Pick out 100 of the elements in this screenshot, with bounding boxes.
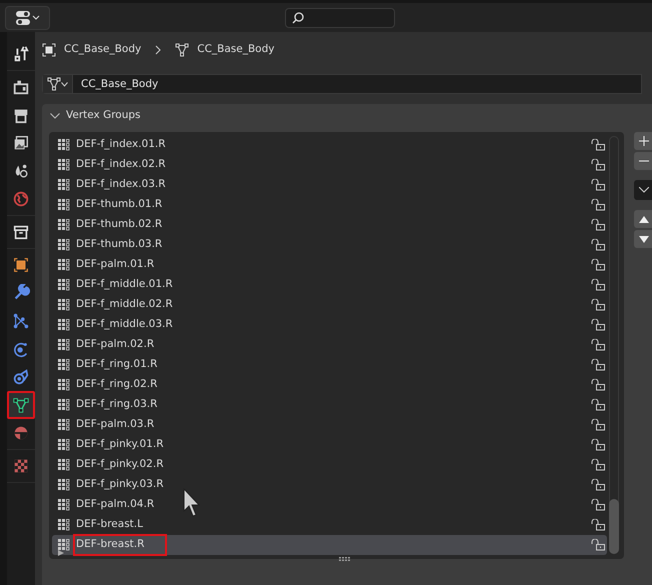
unlocked-padlock-icon[interactable]: [591, 179, 605, 191]
vertex-group-icon: [58, 379, 70, 391]
vertex-group-row[interactable]: DEF-f_index.02.R: [52, 155, 607, 175]
unlocked-padlock-icon[interactable]: [591, 499, 605, 511]
chevron-down-icon: [639, 187, 649, 193]
unlocked-padlock-icon[interactable]: [591, 459, 605, 471]
move-down-button[interactable]: [634, 230, 652, 248]
panel-title[interactable]: Vertex Groups: [66, 108, 141, 124]
vertex-group-row[interactable]: DEF-palm.04.R: [52, 495, 607, 515]
vertex-group-row[interactable]: DEF-f_index.01.R: [52, 135, 607, 155]
vertex-group-row[interactable]: DEF-thumb.01.R: [52, 195, 607, 215]
search-field[interactable]: [285, 8, 395, 28]
vertex-group-icon: [58, 539, 70, 551]
wrench-icon: [12, 284, 30, 302]
vertex-group-row[interactable]: DEF-f_pinky.03.R: [52, 475, 607, 495]
vertex-group-name: DEF-f_middle.01.R: [76, 277, 174, 292]
vertex-group-row[interactable]: DEF-thumb.02.R: [52, 215, 607, 235]
editor-type-button[interactable]: [5, 6, 50, 30]
vertex-group-name: DEF-thumb.03.R: [76, 237, 164, 252]
unlocked-padlock-icon[interactable]: [591, 299, 605, 311]
vertex-group-row[interactable]: DEF-f_middle.03.R: [52, 315, 607, 335]
unlocked-padlock-icon[interactable]: [591, 519, 605, 531]
unlocked-padlock-icon[interactable]: [591, 539, 605, 551]
vertex-group-row[interactable]: DEF-f_middle.01.R: [52, 275, 607, 295]
vertex-group-name: DEF-f_pinky.02.R: [76, 457, 164, 472]
box-icon: [12, 223, 30, 241]
vertex-group-name: DEF-f_middle.03.R: [76, 317, 174, 332]
vertex-group-row[interactable]: DEF-f_pinky.01.R: [52, 435, 607, 455]
vertex-group-row[interactable]: DEF-palm.01.R: [52, 255, 607, 275]
unlocked-padlock-icon[interactable]: [591, 139, 605, 151]
vertex-group-row[interactable]: DEF-palm.03.R: [52, 415, 607, 435]
particles-icon: [12, 312, 30, 330]
vertex-group-row[interactable]: DEF-breast.R: [52, 535, 607, 555]
chevron-icon: [155, 45, 162, 55]
unlocked-padlock-icon[interactable]: [591, 479, 605, 491]
vertex-group-row[interactable]: DEF-breast.L: [52, 515, 607, 535]
object-square-icon: [42, 43, 56, 57]
search-icon: [292, 12, 304, 24]
mouse-cursor-icon: [183, 488, 201, 518]
vertex-group-row[interactable]: DEF-palm.02.R: [52, 335, 607, 355]
vertex-group-name: DEF-f_pinky.03.R: [76, 477, 164, 492]
vertex-group-icon: [58, 259, 70, 271]
resize-grip-icon[interactable]: [339, 557, 351, 561]
vertex-group-icon: [58, 159, 70, 171]
vertex-group-icon: [58, 219, 70, 231]
expand-arrow-icon[interactable]: [58, 550, 64, 556]
vertex-group-name: DEF-f_middle.02.R: [76, 297, 174, 312]
unlocked-padlock-icon[interactable]: [591, 319, 605, 331]
properties-tab[interactable]: [7, 391, 35, 419]
unlocked-padlock-icon[interactable]: [591, 239, 605, 251]
breadcrumb-label: CC_Base_Body: [64, 42, 142, 58]
vertex-group-name: DEF-f_ring.02.R: [76, 377, 158, 392]
vertex-group-row[interactable]: DEF-thumb.03.R: [52, 235, 607, 255]
vertex-group-icon: [58, 459, 70, 471]
camera-back-icon: [12, 78, 30, 96]
vertex-group-icon: [58, 279, 70, 291]
vertex-group-icon: [58, 339, 70, 351]
unlocked-padlock-icon[interactable]: [591, 439, 605, 451]
add-button[interactable]: [634, 132, 652, 150]
object-square-icon: [12, 256, 30, 274]
specials-menu-button[interactable]: [634, 180, 652, 200]
unlocked-padlock-icon[interactable]: [591, 379, 605, 391]
vertex-group-icon: [58, 499, 70, 511]
scrollbar[interactable]: [609, 136, 619, 554]
vertex-group-row[interactable]: DEF-f_middle.02.R: [52, 295, 607, 315]
vertex-group-row[interactable]: DEF-f_ring.01.R: [52, 355, 607, 375]
vertex-group-row[interactable]: DEF-f_pinky.02.R: [52, 455, 607, 475]
vertex-group-name: DEF-thumb.01.R: [76, 197, 164, 212]
vertex-group-row[interactable]: DEF-f_ring.03.R: [52, 395, 607, 415]
unlocked-padlock-icon[interactable]: [591, 159, 605, 171]
vertex-group-name: DEF-f_index.01.R: [76, 137, 167, 152]
vertex-group-icon: [58, 519, 70, 531]
triangle-up-icon: [639, 216, 649, 222]
unlocked-padlock-icon[interactable]: [591, 419, 605, 431]
vertex-group-name: DEF-thumb.02.R: [76, 217, 164, 232]
collapse-caret-icon[interactable]: [50, 113, 60, 119]
globe-icon: [12, 190, 30, 208]
vertex-group-row[interactable]: DEF-f_ring.02.R: [52, 375, 607, 395]
unlocked-padlock-icon[interactable]: [591, 199, 605, 211]
vertex-group-icon: [58, 479, 70, 491]
vertex-group-icon: [58, 399, 70, 411]
remove-button[interactable]: [634, 152, 652, 170]
checkerboard-icon: [12, 457, 30, 475]
unlocked-padlock-icon[interactable]: [591, 259, 605, 271]
unlocked-padlock-icon[interactable]: [591, 219, 605, 231]
move-up-button[interactable]: [634, 210, 652, 228]
unlocked-padlock-icon[interactable]: [591, 279, 605, 291]
unlocked-padlock-icon[interactable]: [591, 339, 605, 351]
scroll-thumb[interactable]: [609, 499, 619, 554]
vertex-group-name: DEF-palm.02.R: [76, 337, 156, 352]
mesh-data-field[interactable]: CC_Base_Body: [42, 74, 642, 94]
unlocked-padlock-icon[interactable]: [591, 399, 605, 411]
vertex-group-icon: [58, 139, 70, 151]
triangle-down-icon: [639, 236, 649, 242]
constraint-icon: [12, 368, 30, 386]
unlocked-padlock-icon[interactable]: [591, 359, 605, 371]
vertex-group-row[interactable]: DEF-f_index.03.R: [52, 175, 607, 195]
image-stack-icon: [12, 134, 30, 152]
vertex-group-name: DEF-f_index.03.R: [76, 177, 167, 192]
vertex-group-icon: [58, 319, 70, 331]
